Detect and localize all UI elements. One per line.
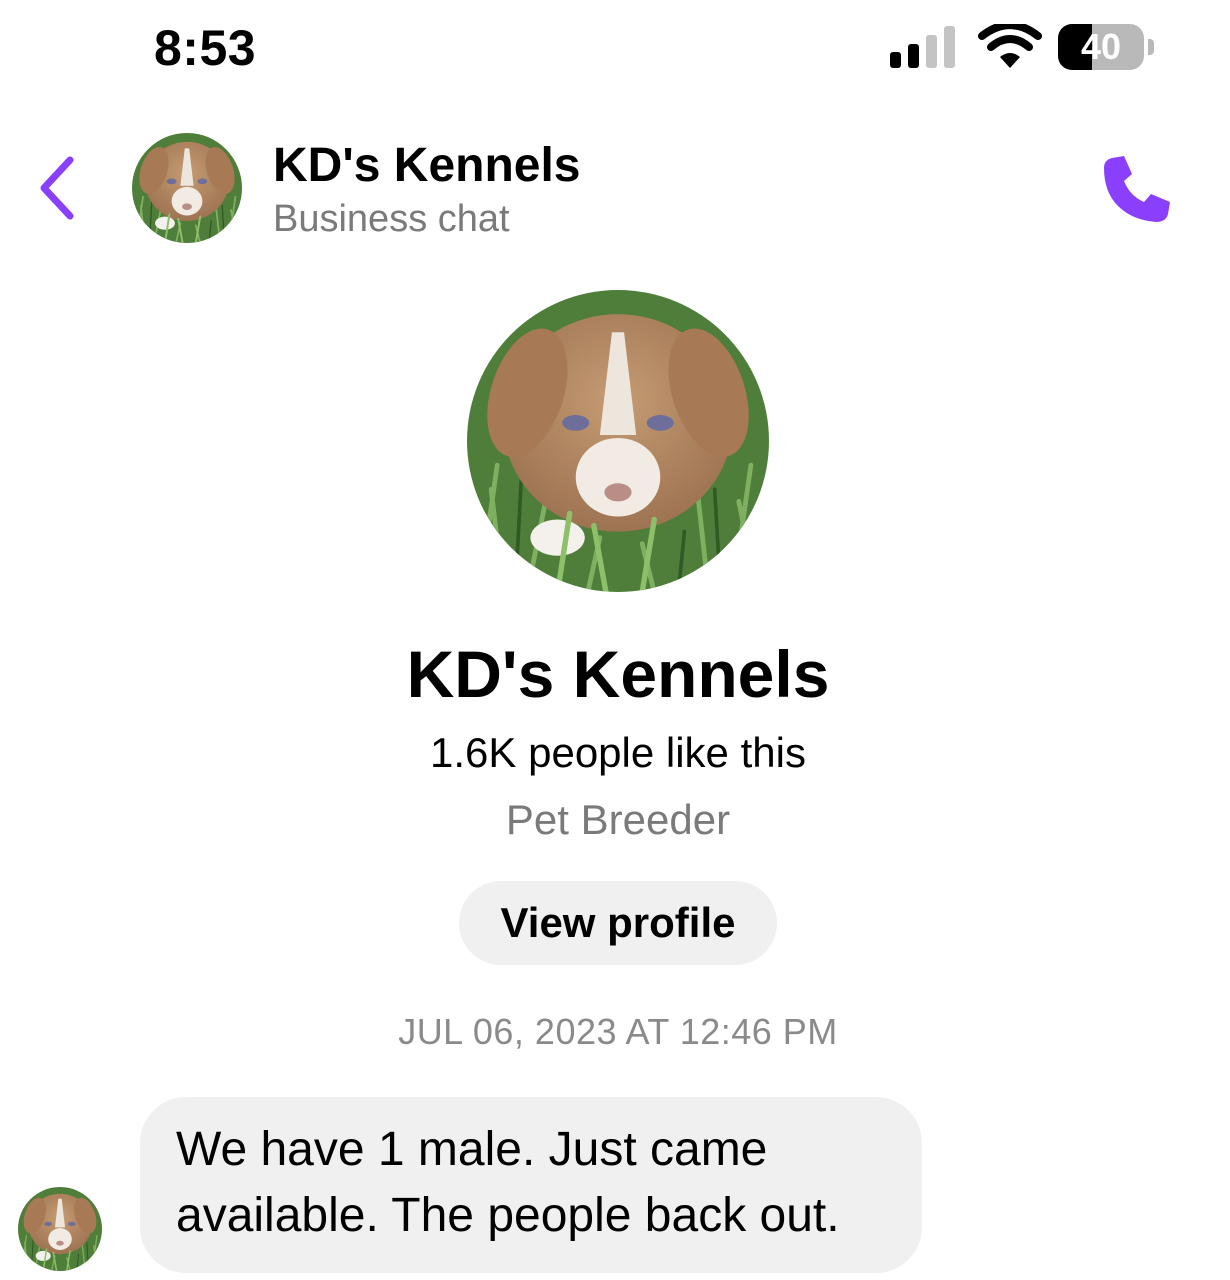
message-text: We have 1 male. Just came available. The… — [176, 1123, 840, 1242]
profile-avatar — [467, 290, 769, 592]
battery-icon: 40 — [1058, 24, 1158, 70]
back-button[interactable] — [32, 150, 84, 226]
status-time: 8:53 — [154, 20, 257, 76]
view-profile-button[interactable]: View profile — [459, 881, 777, 965]
header-avatar[interactable] — [132, 133, 242, 243]
message-bubble[interactable]: We have 1 male. Just came available. The… — [140, 1097, 922, 1273]
chat-subtitle: Business chat — [273, 198, 510, 240]
wifi-icon — [978, 24, 1042, 68]
profile-name: KD's Kennels — [406, 637, 830, 711]
cellular-signal-icon — [890, 26, 955, 68]
phone-call-button[interactable] — [1100, 152, 1174, 226]
message-timestamp: JUL 06, 2023 AT 12:46 PM — [398, 1011, 838, 1052]
profile-category: Pet Breeder — [505, 796, 731, 843]
profile-likes: 1.6K people like this — [430, 729, 806, 776]
chevron-left-icon — [40, 156, 74, 220]
chat-title[interactable]: KD's Kennels — [273, 138, 581, 194]
phone-icon — [1104, 156, 1170, 222]
sender-avatar[interactable] — [18, 1187, 102, 1271]
battery-level: 40 — [1080, 26, 1122, 67]
